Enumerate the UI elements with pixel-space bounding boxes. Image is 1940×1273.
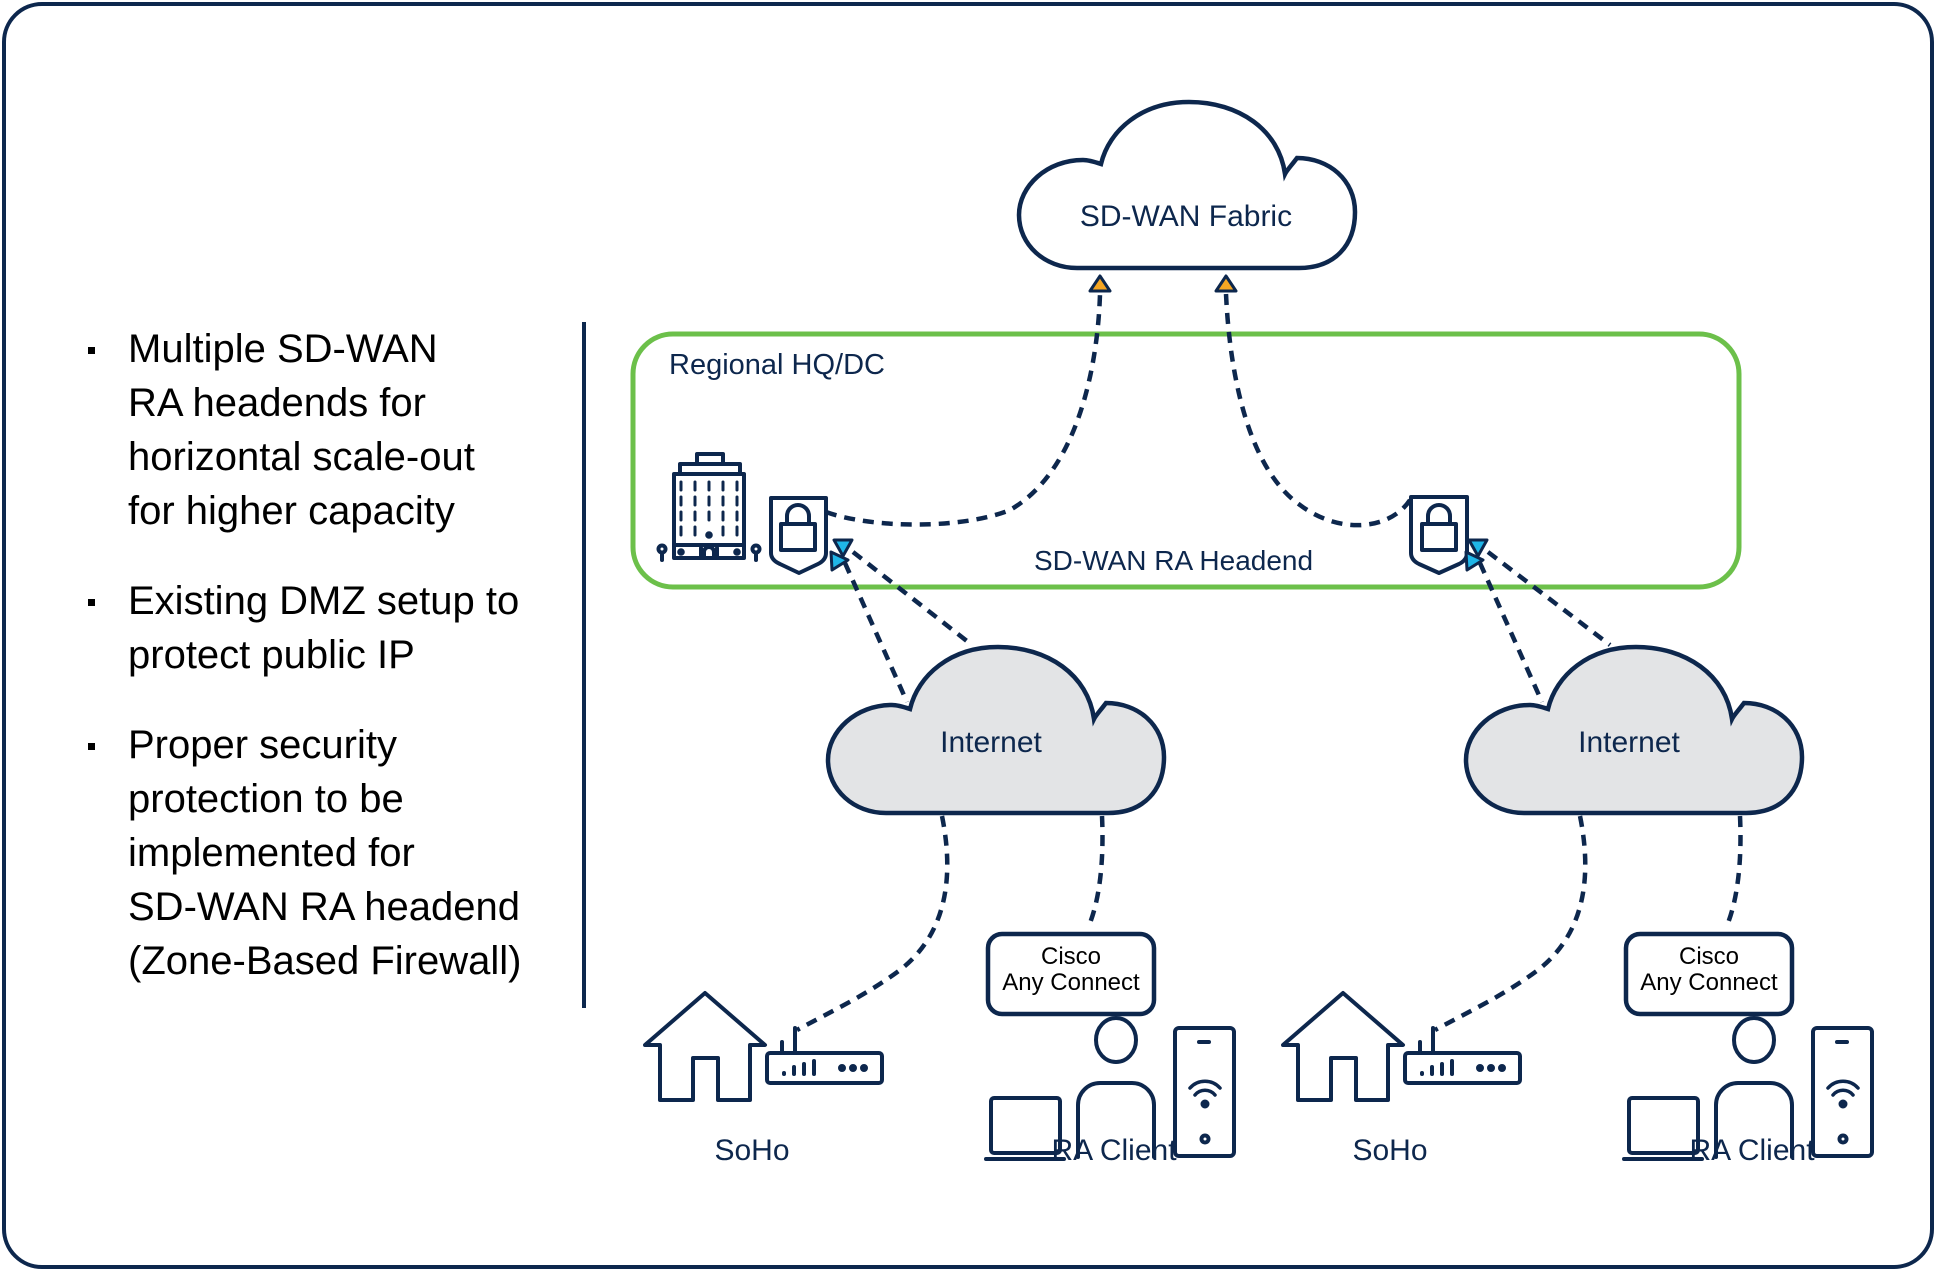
building-icon	[656, 452, 762, 562]
anyconnect-line: Any Connect	[1002, 969, 1140, 996]
network-diagram: SD-WAN Fabric Regional HQ/DC SD-WAN RA H…	[630, 0, 1874, 1167]
anyconnect-badge: Cisco Any Connect	[985, 931, 1157, 1017]
router-icon	[765, 1026, 884, 1085]
tunnel-link	[1723, 815, 1743, 929]
ra-client-label: RA Client	[1689, 1134, 1815, 1167]
mobile-phone-icon	[1173, 1026, 1236, 1158]
tunnel-link	[1223, 293, 1412, 528]
anyconnect-line: Any Connect	[1640, 969, 1778, 996]
soho-label: SoHo	[714, 1134, 789, 1167]
house-icon	[1281, 991, 1405, 1102]
regional-hq-label: Regional HQ/DC	[669, 349, 885, 381]
anyconnect-badge: Cisco Any Connect	[1623, 931, 1795, 1017]
fabric-label: SD-WAN Fabric	[1080, 200, 1292, 233]
tunnel-link	[1486, 550, 1612, 647]
tunnel-link	[825, 293, 1103, 527]
internet-cloud: Internet	[828, 647, 1164, 813]
sdwan-fabric-cloud: SD-WAN Fabric	[1019, 102, 1355, 268]
house-icon	[643, 991, 767, 1102]
tunnel-link	[851, 550, 974, 647]
anyconnect-line: Cisco	[1679, 943, 1739, 970]
soho-label: SoHo	[1352, 1134, 1427, 1167]
router-icon	[1403, 1026, 1522, 1085]
anyconnect-line: Cisco	[1041, 943, 1101, 970]
tunnel-link	[1477, 562, 1545, 703]
internet-label: Internet	[940, 726, 1042, 759]
internet-cloud: Internet	[1466, 647, 1802, 813]
cloud-icon	[1019, 102, 1355, 268]
internet-label: Internet	[1578, 726, 1680, 759]
tunnel-link	[842, 562, 910, 703]
ra-headend-label: SD-WAN RA Headend	[1034, 545, 1313, 576]
arrow-up-icon	[1088, 274, 1112, 293]
arrow-up-icon	[1214, 274, 1238, 293]
shield-lock-icon	[1409, 495, 1469, 575]
tunnel-link	[795, 815, 950, 1032]
tunnel-link	[1433, 815, 1588, 1032]
tunnel-link	[1085, 815, 1105, 929]
site-left: Internet SoHo Cisco Any Connect RA Clien…	[643, 647, 1236, 1167]
ra-client-label: RA Client	[1051, 1134, 1177, 1167]
site-right: Internet SoHo Cisco Any Connect RA Clien…	[1281, 647, 1874, 1167]
mobile-phone-icon	[1811, 1026, 1874, 1158]
shield-lock-icon	[769, 496, 828, 575]
